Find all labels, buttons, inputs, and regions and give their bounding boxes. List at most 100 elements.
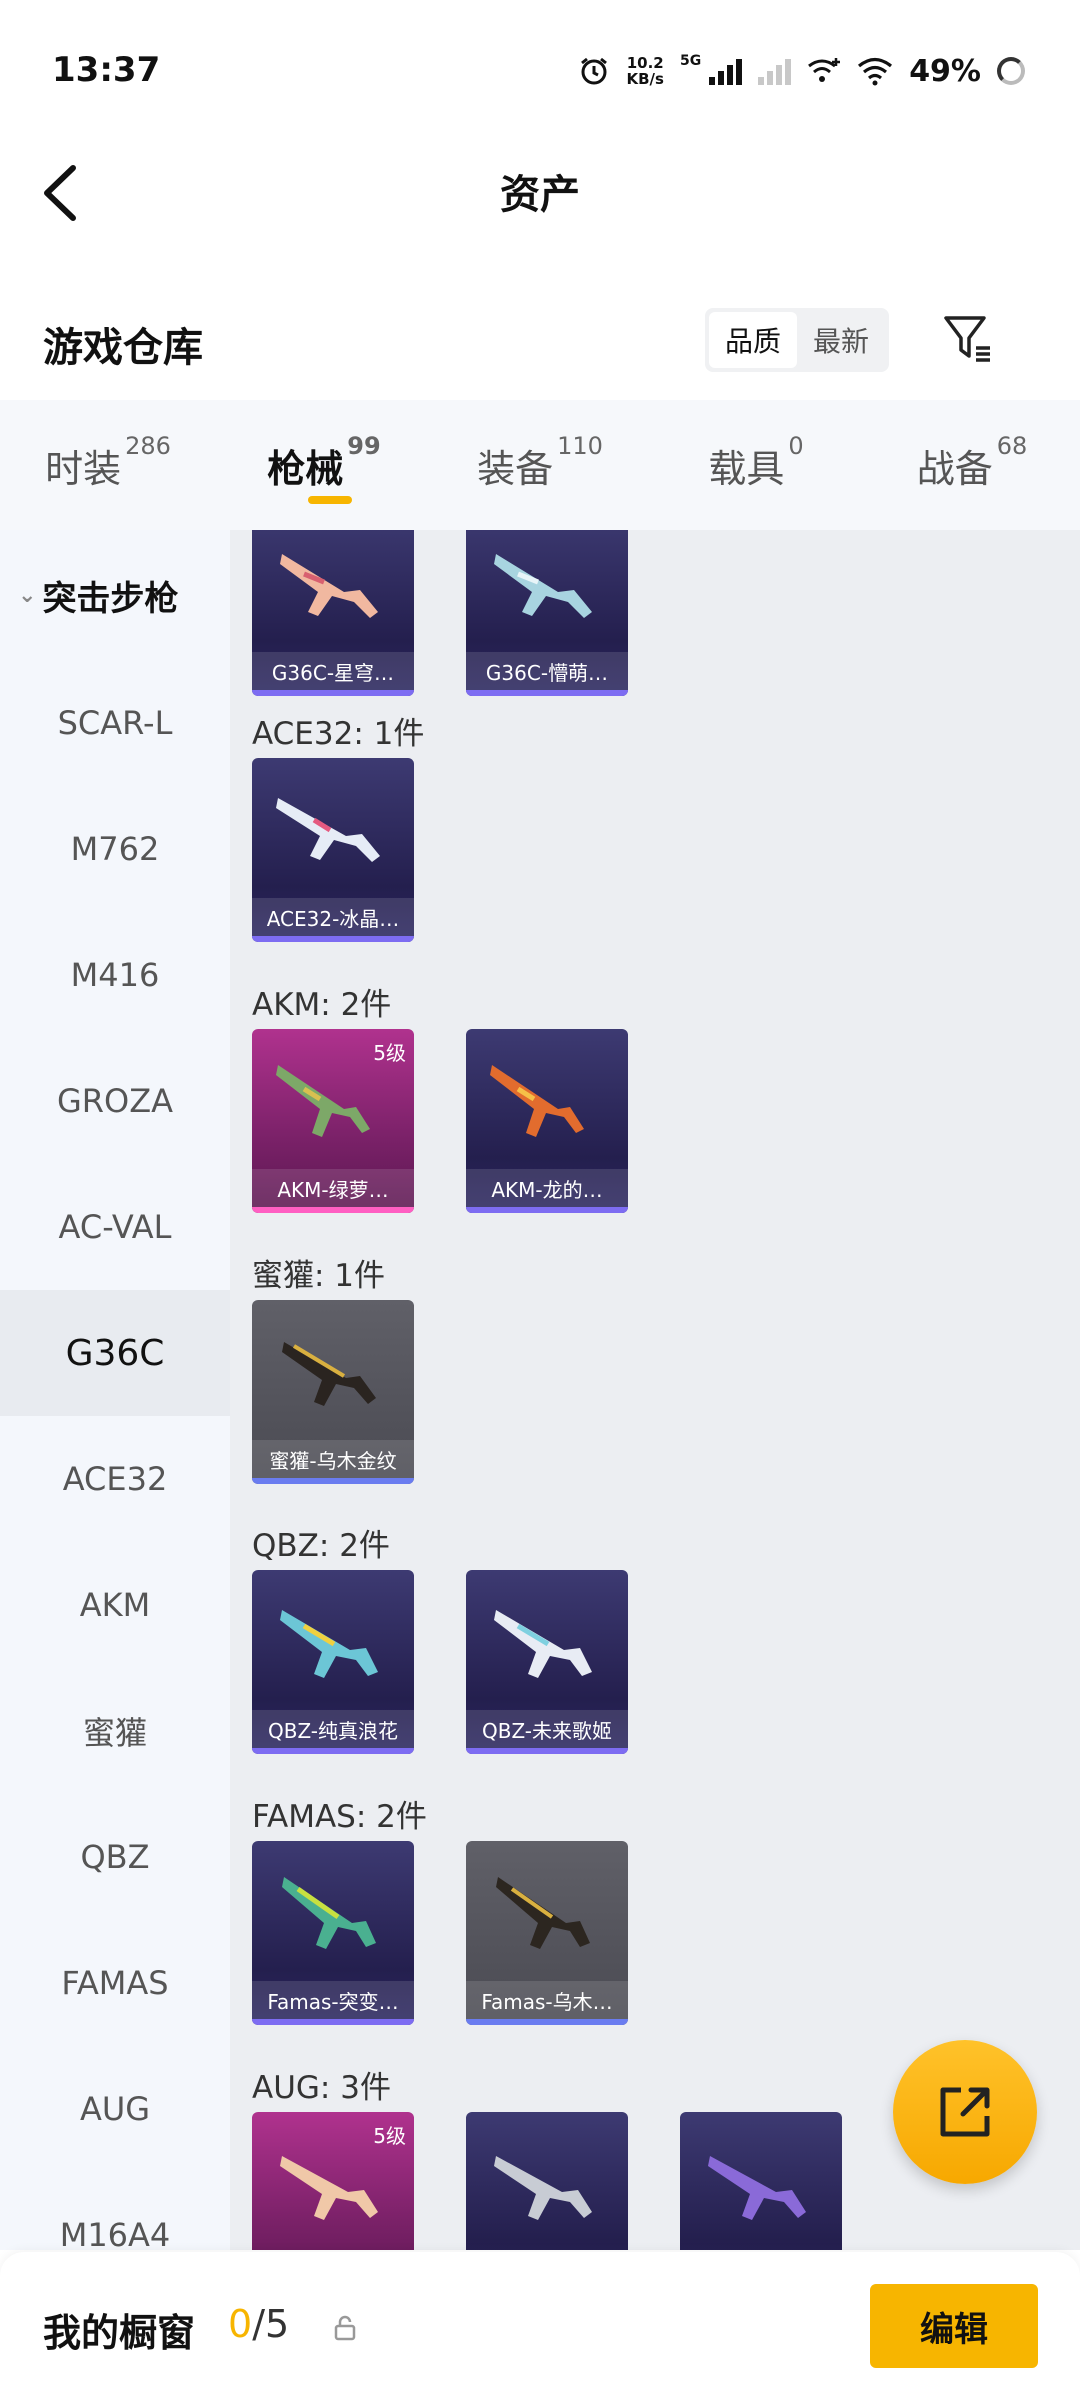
- rifle-skin-icon: [708, 2156, 806, 2220]
- sort-newest[interactable]: 最新: [797, 312, 885, 368]
- status-bar: 13:37 10.2 KB/s 5G 49%: [0, 0, 1080, 140]
- rifle-skin-icon: [282, 1342, 376, 1406]
- skin-card[interactable]: 5级: [252, 2112, 414, 2250]
- wifi-icon: [858, 57, 893, 86]
- sidebar-item-aug[interactable]: AUG: [0, 2046, 230, 2172]
- status-icons: 10.2 KB/s 5G 49%: [578, 48, 1025, 94]
- skin-card[interactable]: Famas-乌木…: [466, 1841, 628, 2025]
- share-export-icon: [940, 2087, 990, 2137]
- sidebar-item-famas[interactable]: FAMAS: [0, 1920, 230, 2046]
- skin-name: G36C-懵萌…: [466, 652, 628, 690]
- showcase-max: 5: [265, 2302, 290, 2346]
- skin-card[interactable]: Famas-突变…: [252, 1841, 414, 2025]
- showcase-count: 0/5: [228, 2302, 289, 2346]
- group-qbz: QBZ: 2件 QBZ-纯真浪花 QBZ-未来歌姬: [252, 1520, 628, 1754]
- rarity-bar: [252, 2019, 414, 2025]
- skin-card[interactable]: G36C-懵萌…: [466, 530, 628, 696]
- sidebar-item-honey-badger[interactable]: 蜜獾: [0, 1668, 230, 1794]
- skin-card[interactable]: QBZ-纯真浪花: [252, 1570, 414, 1754]
- skin-name: Famas-乌木…: [466, 1981, 628, 2019]
- skin-name: ACE32-冰晶…: [252, 898, 414, 936]
- group-honey-badger: 蜜獾: 1件 蜜獾-乌木金纹: [252, 1250, 414, 1484]
- tab-equipment[interactable]: 装备110: [432, 400, 648, 530]
- skin-name: QBZ-未来歌姬: [466, 1710, 628, 1748]
- sidebar-group-assault-rifles[interactable]: ⌄ 突击步枪: [0, 530, 230, 660]
- group-label: QBZ: 2件: [252, 1528, 390, 1564]
- group-g36c: G36C-星穹… G36C-懵萌…: [252, 530, 628, 696]
- tab-supplies[interactable]: 战备68: [864, 400, 1080, 530]
- sidebar-item-ace32[interactable]: ACE32: [0, 1416, 230, 1542]
- sidebar-item-ac-val[interactable]: AC-VAL: [0, 1164, 230, 1290]
- skin-card[interactable]: AKM-龙的…: [466, 1029, 628, 1213]
- rarity-bar: [252, 1478, 414, 1484]
- group-label: AKM: 2件: [252, 987, 392, 1023]
- sidebar-item-m16a4[interactable]: M16A4: [0, 2172, 230, 2250]
- sidebar-item-groza[interactable]: GROZA: [0, 1038, 230, 1164]
- edit-button[interactable]: 编辑: [870, 2284, 1038, 2368]
- rifle-skin-icon: [494, 554, 592, 618]
- wifi-plus-icon: [808, 58, 841, 82]
- signal-2-icon: [758, 57, 792, 85]
- tab-label: 时装: [45, 447, 122, 491]
- showcase-separator: /: [252, 2302, 265, 2346]
- sidebar-item-qbz[interactable]: QBZ: [0, 1794, 230, 1920]
- tab-label: 载具: [708, 447, 785, 491]
- skin-name: AKM-龙的…: [466, 1169, 628, 1207]
- tab-vehicles[interactable]: 载具0: [648, 400, 864, 530]
- filter-icon[interactable]: [940, 310, 1000, 370]
- category-tabs: 时装286 枪械99 装备110 载具0 战备68: [0, 400, 1080, 530]
- skin-card[interactable]: G36C-星穹…: [252, 530, 414, 696]
- rifle-skin-icon: [494, 2156, 592, 2220]
- skin-card[interactable]: [466, 2112, 628, 2250]
- share-export-button[interactable]: [893, 2040, 1037, 2184]
- group-label: AUG: 3件: [252, 2070, 391, 2106]
- tab-label: 装备: [477, 447, 554, 491]
- group-akm: AKM: 2件 5级 AKM-绿萝… AKM-龙的…: [252, 979, 628, 1213]
- tab-count: 110: [557, 432, 603, 460]
- signal-icon: [709, 57, 743, 85]
- skin-card[interactable]: 5级 AKM-绿萝…: [252, 1029, 414, 1213]
- sidebar-group-label: 突击步枪: [42, 578, 179, 619]
- rarity-bar: [252, 936, 414, 942]
- tab-fashion[interactable]: 时装286: [0, 400, 216, 530]
- rifle-skin-icon: [282, 1877, 376, 1949]
- rarity-bar: [466, 2019, 628, 2025]
- sidebar-item-scar-l[interactable]: SCAR-L: [0, 660, 230, 786]
- group-famas: FAMAS: 2件 Famas-突变… Famas-乌木…: [252, 1791, 628, 2025]
- group-ace32: ACE32: 1件 ACE32-冰晶…: [252, 708, 424, 942]
- tab-weapons[interactable]: 枪械99: [216, 400, 432, 530]
- weapon-grid: G36C-星穹… G36C-懵萌… ACE32: 1件 ACE32-冰晶… AK…: [230, 530, 1080, 2250]
- tab-count: 0: [788, 432, 804, 460]
- skin-card[interactable]: ACE32-冰晶…: [252, 758, 414, 942]
- rifle-skin-icon: [280, 1610, 378, 1678]
- rifle-skin-icon: [494, 1610, 592, 1678]
- battery-percent: 49%: [909, 53, 981, 89]
- rarity-bar: [252, 1207, 414, 1213]
- sidebar-item-akm[interactable]: AKM: [0, 1542, 230, 1668]
- sidebar-item-m416[interactable]: M416: [0, 912, 230, 1038]
- rarity-bar: [466, 1748, 628, 1754]
- speed-unit: KB/s: [626, 70, 664, 88]
- group-aug: AUG: 3件 5级: [252, 2062, 842, 2250]
- warehouse-header: 游戏仓库 品质 最新: [0, 290, 1080, 400]
- alarm-icon: [581, 57, 608, 85]
- rarity-bar: [466, 690, 628, 696]
- network-speed: 10.2 KB/s: [626, 55, 663, 87]
- tab-count: 286: [125, 432, 171, 460]
- sidebar-item-m762[interactable]: M762: [0, 786, 230, 912]
- tab-count: 68: [996, 432, 1028, 460]
- page-title: 资产: [500, 172, 580, 218]
- skin-card[interactable]: 蜜獾-乌木金纹: [252, 1300, 414, 1484]
- weapon-sidebar: ⌄ 突击步枪 SCAR-L M762 M416 GROZA AC-VAL G36…: [0, 530, 230, 2250]
- skin-card[interactable]: QBZ-未来歌姬: [466, 1570, 628, 1754]
- rarity-bar: [466, 1207, 628, 1213]
- sidebar-item-g36c[interactable]: G36C: [0, 1290, 230, 1416]
- group-label: 蜜獾: 1件: [252, 1258, 386, 1294]
- showcase-bar: 我的橱窗 0/5 编辑: [0, 2252, 1080, 2400]
- status-time: 13:37: [52, 50, 161, 90]
- rifle-skin-icon: [280, 554, 378, 618]
- battery-icon: [997, 57, 1025, 85]
- sort-quality[interactable]: 品质: [709, 312, 797, 368]
- tab-label: 枪械: [267, 447, 344, 491]
- skin-card[interactable]: [680, 2112, 842, 2250]
